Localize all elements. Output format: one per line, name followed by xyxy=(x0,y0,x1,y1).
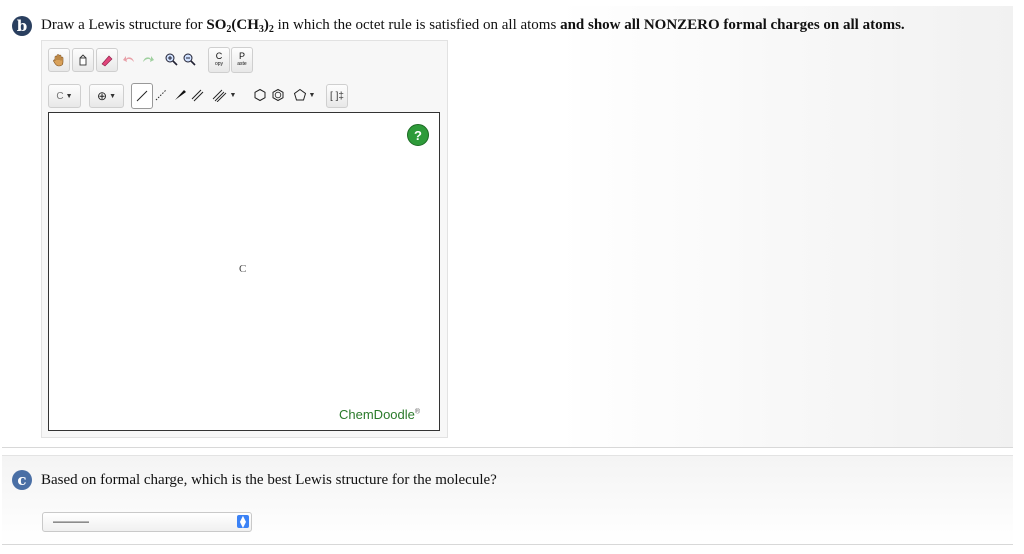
brackets-label: [ ]‡ xyxy=(330,90,344,102)
question-b-formula: SO2(CH3)2 xyxy=(206,17,274,35)
chevron-down-icon: ▼ xyxy=(229,91,237,99)
chevron-down-icon: ▼ xyxy=(109,92,116,100)
eraser-icon[interactable] xyxy=(96,48,118,72)
plus-charge-icon: ⊕ xyxy=(97,89,108,103)
atom-selector-label: C xyxy=(56,90,64,102)
charge-selector[interactable]: ⊕ ▼ xyxy=(89,84,124,108)
canvas-atom-c[interactable]: C xyxy=(239,263,246,275)
triple-bond-selector[interactable]: ▼ xyxy=(206,84,242,106)
ring-hexagon-icon[interactable] xyxy=(251,84,268,106)
double-bond-icon[interactable] xyxy=(188,84,205,106)
question-b-mid: in which the octet rule is satisfied on … xyxy=(273,17,561,33)
select-arrows-icon: ▲ ▼ xyxy=(237,514,249,528)
answer-select[interactable]: ——— ▲ ▼ xyxy=(42,512,252,532)
chevron-down-icon: ▼ xyxy=(65,92,73,100)
paste-button[interactable]: P aste xyxy=(231,47,253,73)
question-c-badge: c xyxy=(12,470,32,490)
undo-icon[interactable] xyxy=(119,48,138,70)
question-b-emphasis: and show all NONZERO formal charges on a… xyxy=(560,17,905,33)
clear-icon[interactable] xyxy=(72,48,94,72)
wedge-bond-icon[interactable] xyxy=(171,84,188,106)
help-icon[interactable]: ? xyxy=(407,124,429,146)
atom-selector[interactable]: C ▼ xyxy=(48,84,81,108)
dashed-bond-icon[interactable] xyxy=(152,84,170,106)
benzene-icon[interactable] xyxy=(269,84,286,106)
pan-hand-icon[interactable] xyxy=(48,48,70,72)
single-bond-icon[interactable] xyxy=(131,83,153,109)
copy-button[interactable]: C opy xyxy=(208,47,230,73)
paste-label-top: P xyxy=(238,51,245,61)
question-b-pre: Draw a Lewis structure for xyxy=(41,17,207,33)
chemdoodle-watermark: ChemDoodle® xyxy=(339,407,421,422)
copy-label-bottom: opy xyxy=(214,61,224,67)
brackets-button[interactable]: [ ]‡ xyxy=(326,84,348,108)
zoom-in-icon[interactable] xyxy=(162,48,179,70)
copy-label-top: C xyxy=(215,51,223,61)
question-b-badge: b xyxy=(12,16,32,36)
zoom-out-icon[interactable] xyxy=(180,48,197,70)
question-c-text: Based on formal charge, which is the bes… xyxy=(41,472,497,488)
ring-pentagon-selector[interactable]: ▼ xyxy=(287,84,321,106)
answer-select-value: ——— xyxy=(53,514,89,528)
paste-label-bottom: aste xyxy=(237,61,247,67)
redo-icon[interactable] xyxy=(138,48,157,70)
question-b-text: Draw a Lewis structure for SO2(CH3)2 in … xyxy=(41,17,905,35)
chevron-down-icon: ▼ xyxy=(308,91,316,99)
